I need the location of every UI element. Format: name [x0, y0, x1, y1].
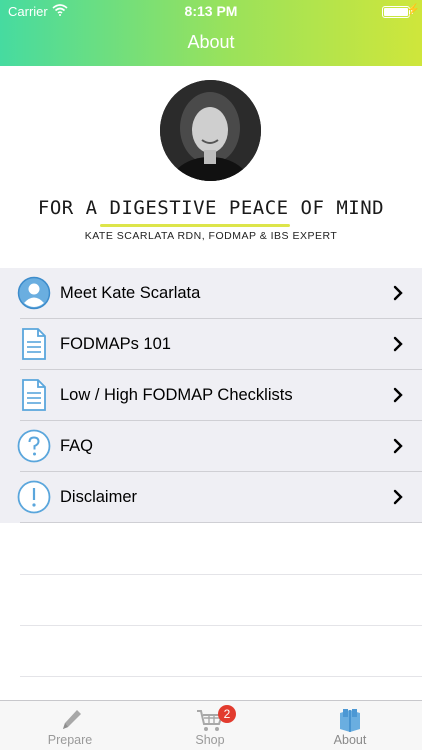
status-bar: Carrier 8:13 PM ⚡	[0, 0, 422, 22]
page-title: About	[187, 32, 235, 52]
exclamation-icon	[17, 480, 51, 514]
cart-count-badge: 2	[218, 705, 236, 723]
chevron-right-icon	[393, 438, 403, 454]
tab-prepare[interactable]: Prepare	[0, 701, 140, 750]
menu-item-disclaimer[interactable]: Disclaimer	[0, 472, 422, 523]
header-bar: Carrier 8:13 PM ⚡ About	[0, 0, 422, 66]
clock: 8:13 PM	[184, 3, 238, 19]
menu-item-meet-kate[interactable]: Meet Kate Scarlata	[0, 268, 422, 319]
chevron-right-icon	[393, 285, 403, 301]
empty-row-divider	[20, 625, 422, 626]
portrait-image	[160, 80, 261, 181]
menu-item-label: Meet Kate Scarlata	[60, 284, 201, 302]
chevron-right-icon	[393, 336, 403, 352]
menu-item-checklists[interactable]: Low / High FODMAP Checklists	[0, 370, 422, 421]
document-icon	[22, 328, 46, 360]
tab-shop[interactable]: 2 Shop	[140, 701, 280, 750]
charging-icon: ⚡	[406, 4, 420, 16]
about-menu: Meet Kate Scarlata FODMAPs 101 Low / Hig…	[0, 268, 422, 523]
document-icon	[22, 379, 46, 411]
menu-item-label: Low / High FODMAP Checklists	[60, 386, 293, 404]
tagline-underline	[100, 224, 290, 227]
tab-label: Shop	[195, 733, 225, 747]
menu-item-faq[interactable]: FAQ	[0, 421, 422, 472]
row-divider	[20, 522, 422, 523]
tab-label: Prepare	[47, 733, 93, 747]
tab-bar: Prepare 2 Shop About	[0, 700, 422, 750]
menu-item-fodmaps-101[interactable]: FODMAPs 101	[0, 319, 422, 370]
tab-label: About	[333, 733, 367, 747]
subtagline: KATE SCARLATA RDN, FODMAP & IBS EXPERT	[84, 230, 338, 242]
menu-item-label: Disclaimer	[60, 488, 138, 506]
menu-item-label: FAQ	[60, 437, 94, 455]
chevron-right-icon	[393, 489, 403, 505]
books-icon	[340, 709, 360, 732]
question-icon	[17, 429, 51, 463]
chevron-right-icon	[393, 387, 403, 403]
tab-about[interactable]: About	[280, 701, 420, 750]
tagline: FOR A DIGESTIVE PEACE OF MIND	[37, 197, 385, 219]
person-icon	[17, 276, 51, 310]
empty-row-divider	[20, 676, 422, 677]
empty-row-divider	[20, 574, 422, 575]
menu-item-label: FODMAPs 101	[60, 335, 171, 353]
avatar	[160, 80, 261, 181]
pencil-icon	[63, 710, 81, 729]
